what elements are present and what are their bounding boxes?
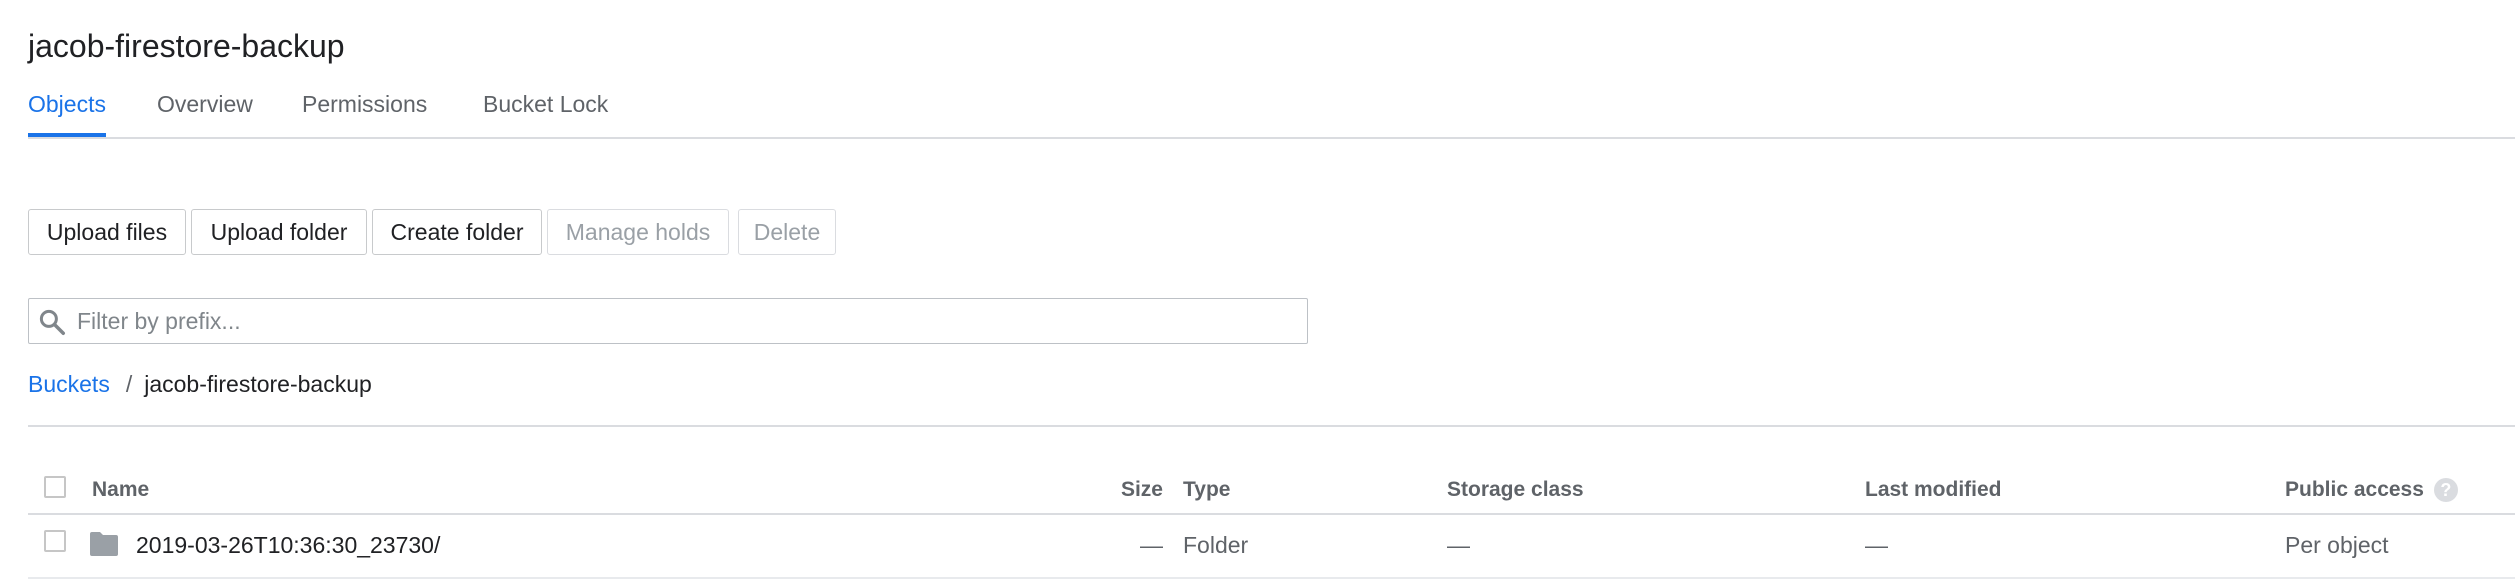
tab-overview[interactable]: Overview [157, 84, 253, 138]
page-title: jacob-firestore-backup [28, 28, 345, 64]
help-icon[interactable]: ? [2433, 478, 2458, 503]
table-header-divider [28, 513, 2515, 515]
object-size: — [1140, 532, 1163, 558]
manage-holds-button[interactable]: Manage holds [547, 209, 729, 255]
column-header-storage-class[interactable]: Storage class [1447, 475, 1584, 505]
select-all-checkbox[interactable] [44, 476, 66, 498]
column-header-name[interactable]: Name [92, 475, 149, 505]
column-header-public-access: Public access? [2285, 475, 2458, 505]
object-last-modified: — [1865, 532, 1888, 558]
section-divider [28, 425, 2515, 427]
breadcrumb-buckets-link[interactable]: Buckets [28, 371, 110, 397]
object-type: Folder [1183, 532, 1249, 558]
tab-objects[interactable]: Objects [28, 84, 106, 138]
column-header-type[interactable]: Type [1183, 475, 1230, 505]
tab-bucket-lock[interactable]: Bucket Lock [483, 84, 608, 138]
column-header-size[interactable]: Size [1121, 475, 1163, 505]
upload-files-button[interactable]: Upload files [28, 209, 186, 255]
breadcrumb-separator: / [125, 371, 133, 397]
object-name-link[interactable]: 2019-03-26T10:36:30_23730/ [136, 529, 440, 561]
table-row-divider [28, 577, 2515, 579]
upload-folder-button[interactable]: Upload folder [191, 209, 367, 255]
filter-prefix-input[interactable] [77, 303, 1277, 339]
breadcrumb-current-bucket: jacob-firestore-backup [144, 371, 372, 397]
row-checkbox[interactable] [44, 530, 66, 552]
search-icon [39, 309, 65, 335]
tab-permissions[interactable]: Permissions [302, 84, 427, 138]
column-header-public-access-label[interactable]: Public access [2285, 478, 2424, 501]
column-header-last-modified[interactable]: Last modified [1865, 475, 2002, 505]
tab-bar: Objects Overview Permissions Bucket Lock [0, 84, 2515, 139]
object-storage-class: — [1447, 532, 1470, 558]
object-public-access: Per object [2285, 532, 2389, 558]
create-folder-button[interactable]: Create folder [372, 209, 542, 255]
breadcrumb: Buckets / jacob-firestore-backup [28, 368, 372, 400]
bucket-details-page: jacob-firestore-backup Objects Overview … [0, 0, 2515, 585]
filter-box [28, 298, 1308, 344]
delete-button[interactable]: Delete [738, 209, 836, 255]
folder-icon [90, 532, 118, 556]
tab-bar-divider [28, 137, 2515, 139]
